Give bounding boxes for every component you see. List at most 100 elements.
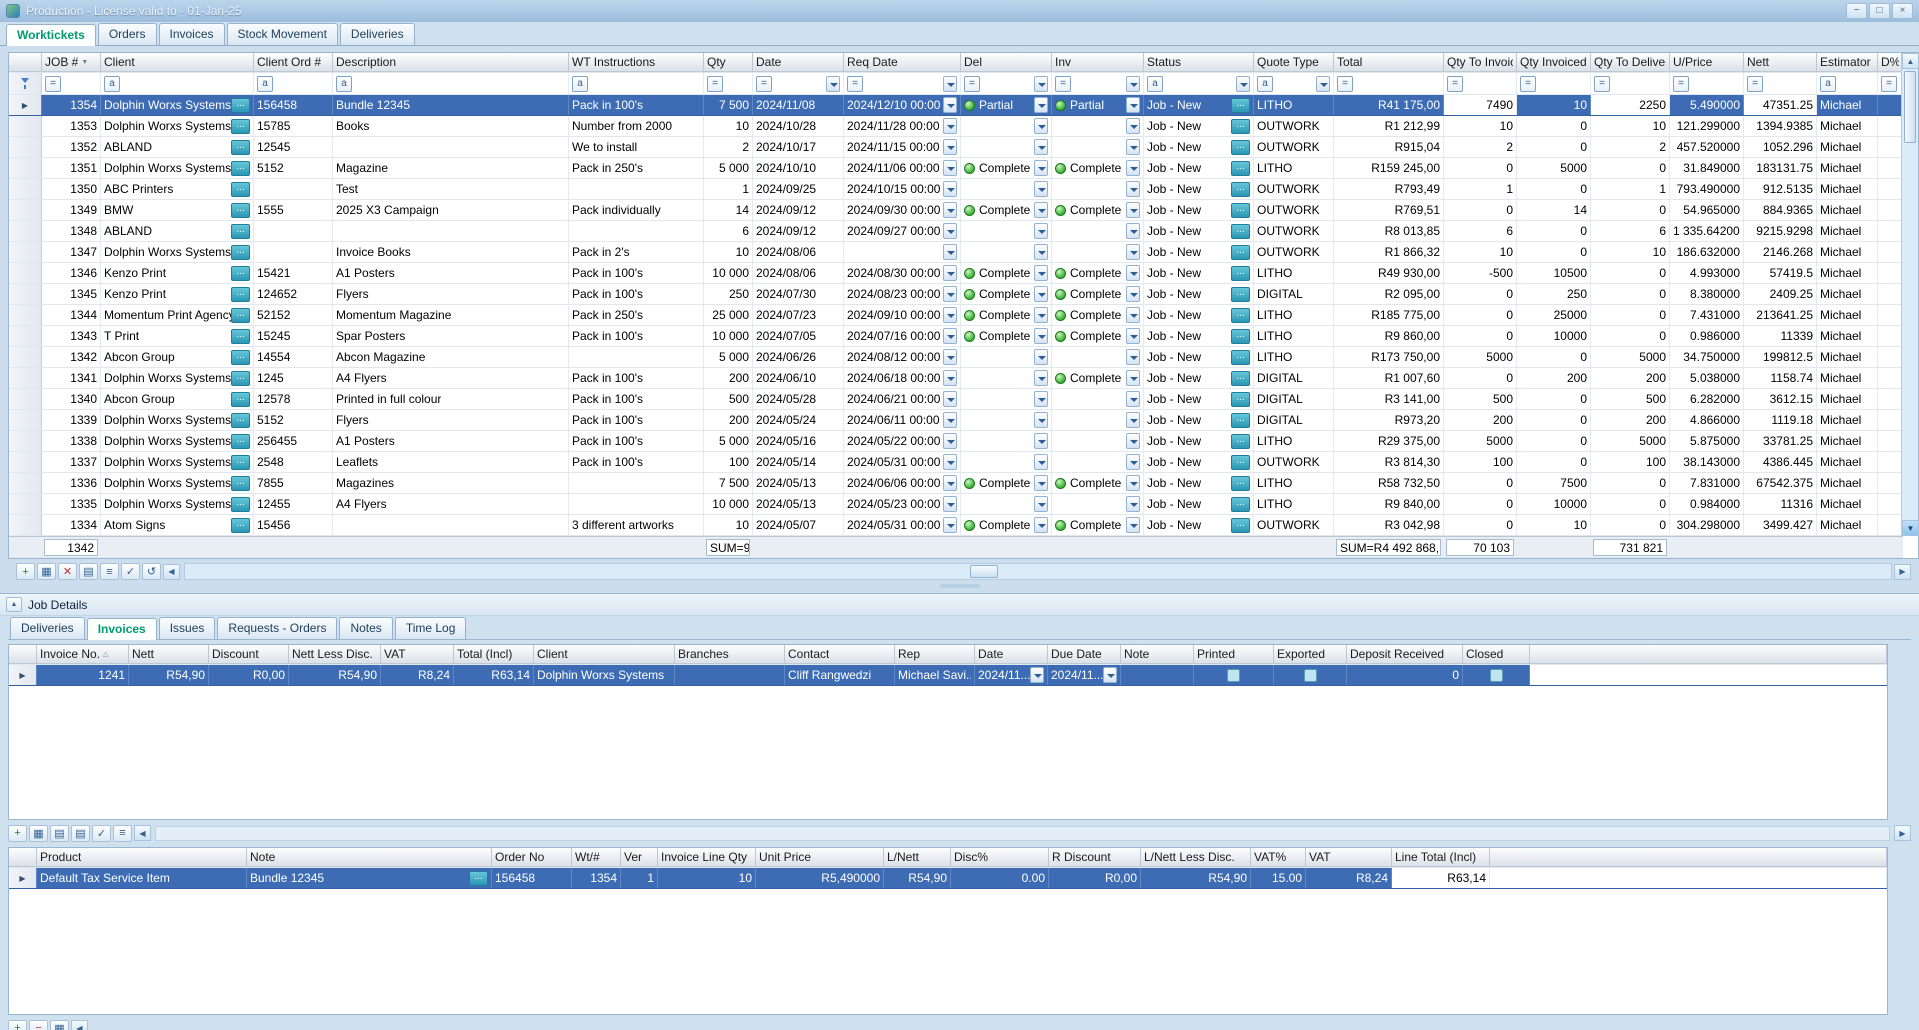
cell-qti[interactable]: 0 bbox=[1444, 368, 1517, 388]
status-lookup-button[interactable]: ... bbox=[1231, 413, 1250, 428]
client-lookup-button[interactable]: ... bbox=[231, 476, 250, 491]
column-header-due_date[interactable]: Due Date bbox=[1048, 645, 1121, 664]
cell-est[interactable]: Michael bbox=[1817, 263, 1878, 283]
cell-req[interactable]: 2024/06/21 00:00 bbox=[844, 389, 961, 409]
cell-client[interactable]: Dolphin Worxs Systems... bbox=[101, 410, 254, 430]
column-header-date[interactable]: Date bbox=[975, 645, 1048, 664]
cell-ord[interactable]: 52152 bbox=[254, 305, 333, 325]
cell-dpct[interactable] bbox=[1878, 221, 1903, 241]
cell-desc[interactable]: Spar Posters bbox=[333, 326, 569, 346]
cell-unit_price[interactable]: R5,490000 bbox=[756, 868, 884, 888]
cell-qty[interactable]: 200 bbox=[704, 410, 753, 430]
client-lookup-button[interactable]: ... bbox=[231, 371, 250, 386]
cell-status[interactable]: Job - New... bbox=[1144, 137, 1254, 157]
edit-icon[interactable]: ▦ bbox=[50, 1020, 69, 1030]
invoice-row[interactable]: ▶1241R54,90R0,00R54,90R8,24R63,14Dolphin… bbox=[9, 665, 1887, 686]
column-header-line_total[interactable]: Line Total (Incl) bbox=[1392, 848, 1490, 867]
column-header-client[interactable]: Client bbox=[534, 645, 675, 664]
cell-qty[interactable]: 5 000 bbox=[704, 347, 753, 367]
cell-job[interactable]: 1349 bbox=[42, 200, 101, 220]
cell-est[interactable]: Michael bbox=[1817, 389, 1878, 409]
cell-uprice[interactable]: 5.038000 bbox=[1670, 368, 1744, 388]
cell-nett[interactable]: 2409.25 bbox=[1744, 284, 1817, 304]
list-icon[interactable]: ≡ bbox=[113, 825, 132, 842]
cell-dpct[interactable] bbox=[1878, 305, 1903, 325]
filter-cell-date[interactable]: = bbox=[753, 73, 844, 94]
cell-uprice[interactable]: 8.380000 bbox=[1670, 284, 1744, 304]
layout-icon[interactable]: ▦ bbox=[29, 825, 48, 842]
status-lookup-button[interactable]: ... bbox=[1231, 287, 1250, 302]
cell-qinv[interactable]: 10 bbox=[1517, 515, 1591, 535]
workticket-row[interactable]: 1338Dolphin Worxs Systems...256455A1 Pos… bbox=[9, 431, 1903, 452]
column-header-est[interactable]: Estimator bbox=[1817, 53, 1878, 72]
column-header-unit_price[interactable]: Unit Price bbox=[756, 848, 884, 867]
cell-status[interactable]: Job - New... bbox=[1144, 326, 1254, 346]
cell-qtd[interactable]: 5000 bbox=[1591, 431, 1670, 451]
cell-status[interactable]: Job - New... bbox=[1144, 179, 1254, 199]
column-header-contact[interactable]: Contact bbox=[785, 645, 895, 664]
cell-uprice[interactable]: 793.490000 bbox=[1670, 179, 1744, 199]
cell-qinv[interactable]: 200 bbox=[1517, 368, 1591, 388]
workticket-row[interactable]: 1350ABC Printers...Test12024/09/252024/1… bbox=[9, 179, 1903, 200]
cell-quote[interactable]: OUTWORK bbox=[1254, 179, 1334, 199]
cell-client[interactable]: T Print... bbox=[101, 326, 254, 346]
status-lookup-button[interactable]: ... bbox=[1231, 245, 1250, 260]
cell-quote[interactable]: LITHO bbox=[1254, 263, 1334, 283]
cell-wt[interactable]: Pack in 100's bbox=[569, 410, 704, 430]
cell-ver[interactable]: 1 bbox=[621, 868, 658, 888]
dropdown-icon[interactable] bbox=[943, 244, 957, 260]
workticket-row[interactable]: 1352ABLAND...12545We to install22024/10/… bbox=[9, 137, 1903, 158]
cell-ord[interactable]: 5152 bbox=[254, 410, 333, 430]
cell-wt[interactable] bbox=[569, 221, 704, 241]
cell-ord[interactable]: 156458 bbox=[254, 95, 333, 115]
cell-del[interactable]: Complete bbox=[961, 473, 1052, 493]
cell-quote[interactable]: LITHO bbox=[1254, 95, 1334, 115]
cell-due_date[interactable]: 2024/11... bbox=[1048, 665, 1121, 685]
cell-est[interactable]: Michael bbox=[1817, 494, 1878, 514]
cell-inv[interactable] bbox=[1052, 221, 1144, 241]
cell-status[interactable]: Job - New... bbox=[1144, 158, 1254, 178]
client-lookup-button[interactable]: ... bbox=[231, 287, 250, 302]
filter-cell-del[interactable]: = bbox=[961, 73, 1052, 94]
cell-nett[interactable]: 1394.9385 bbox=[1744, 116, 1817, 136]
cell-del[interactable] bbox=[961, 494, 1052, 514]
column-header-discount[interactable]: Discount bbox=[209, 645, 289, 664]
column-header-wt[interactable]: Wt/# bbox=[572, 848, 621, 867]
tab-time-log[interactable]: Time Log bbox=[395, 617, 467, 639]
preview-icon[interactable]: ≡ bbox=[100, 563, 119, 580]
cell-job[interactable]: 1337 bbox=[42, 452, 101, 472]
cell-desc[interactable]: Leaflets bbox=[333, 452, 569, 472]
dropdown-icon[interactable] bbox=[1034, 475, 1048, 491]
cell-qtd[interactable]: 0 bbox=[1591, 200, 1670, 220]
client-lookup-button[interactable]: ... bbox=[231, 329, 250, 344]
filter-operator-icon[interactable]: = bbox=[756, 76, 772, 92]
cell-ord[interactable]: 12545 bbox=[254, 137, 333, 157]
cell-inv[interactable]: Complete bbox=[1052, 305, 1144, 325]
status-lookup-button[interactable]: ... bbox=[1231, 476, 1250, 491]
workticket-row[interactable]: 1353Dolphin Worxs Systems...15785BooksNu… bbox=[9, 116, 1903, 137]
status-lookup-button[interactable]: ... bbox=[1231, 392, 1250, 407]
cell-date[interactable]: 2024/06/10 bbox=[753, 368, 844, 388]
cell-qty[interactable]: 10 bbox=[704, 242, 753, 262]
cell-status[interactable]: Job - New... bbox=[1144, 284, 1254, 304]
column-header-status[interactable]: Status bbox=[1144, 53, 1254, 72]
filter-cell-desc[interactable]: a bbox=[333, 73, 569, 94]
cell-req[interactable]: 2024/11/28 00:00 bbox=[844, 116, 961, 136]
cell-wt[interactable]: Pack in 100's bbox=[569, 452, 704, 472]
cell-line_total[interactable]: R63,14 bbox=[1392, 868, 1490, 888]
cell-inv[interactable] bbox=[1052, 389, 1144, 409]
cell-uprice[interactable]: 31.849000 bbox=[1670, 158, 1744, 178]
cell-desc[interactable]: A1 Posters bbox=[333, 263, 569, 283]
cell-qti[interactable]: 0 bbox=[1444, 158, 1517, 178]
status-lookup-button[interactable]: ... bbox=[1231, 182, 1250, 197]
cell-qti[interactable]: 0 bbox=[1444, 284, 1517, 304]
dropdown-icon[interactable] bbox=[1034, 160, 1048, 176]
dropdown-icon[interactable] bbox=[943, 223, 957, 239]
cell-client[interactable]: Momentum Print Agency... bbox=[101, 305, 254, 325]
cell-est[interactable]: Michael bbox=[1817, 410, 1878, 430]
cell-qty[interactable]: 14 bbox=[704, 200, 753, 220]
dropdown-icon[interactable] bbox=[943, 412, 957, 428]
cell-job[interactable]: 1341 bbox=[42, 368, 101, 388]
client-lookup-button[interactable]: ... bbox=[231, 182, 250, 197]
cell-dpct[interactable] bbox=[1878, 473, 1903, 493]
